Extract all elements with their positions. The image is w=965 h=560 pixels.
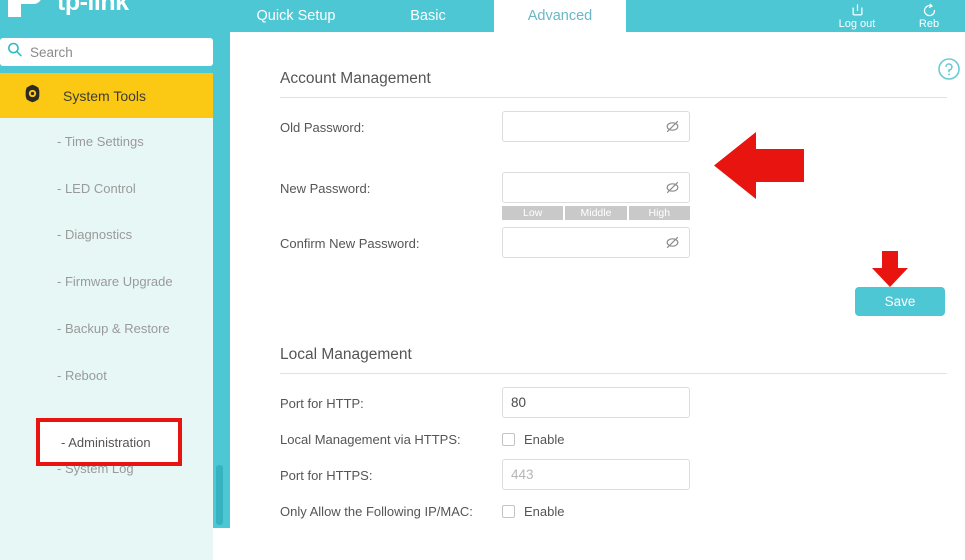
https-enable-label: Enable [524,432,565,447]
port-http-input[interactable]: 80 [502,387,690,418]
ip-mac-enable-checkbox-row[interactable]: Enable [502,504,564,519]
ip-mac-enable-checkbox[interactable] [502,505,515,518]
port-http-label: Port for HTTP: [280,396,364,411]
logout-icon [850,3,865,18]
strength-segment-high: High [628,206,690,220]
search-placeholder: Search [30,44,73,60]
content-area: Account Management Old Password: New Pas… [230,32,965,528]
sidebar-category-label: System Tools [63,87,146,104]
arrow-down-annotation-icon [872,251,908,292]
sidebar-item-backup-restore[interactable]: - Backup & Restore [0,305,213,352]
https-management-label: Local Management via HTTPS: [280,432,461,447]
help-circle-icon[interactable] [937,57,961,86]
new-password-label: New Password: [280,181,371,196]
old-password-input[interactable] [502,111,690,142]
sidebar-item-administration-label: - Administration [61,434,151,450]
main-tabs: Quick Setup Basic Advanced [230,0,626,32]
strength-segment-middle: Middle [565,206,627,220]
old-password-label: Old Password: [280,120,365,135]
logout-label: Log out [838,18,876,30]
local-management-divider [280,373,947,374]
tab-advanced[interactable]: Advanced [494,0,626,32]
sidebar-scrollbar-track[interactable] [213,32,226,528]
sidebar-item-time-settings[interactable]: - Time Settings [0,118,213,165]
account-management-title: Account Management [280,70,431,87]
top-bar: tp-link Quick Setup Basic Advanced Log o… [0,0,965,32]
sidebar-category-system-tools[interactable]: System Tools [0,73,213,118]
sidebar-item-diagnostics[interactable]: - Diagnostics [0,212,213,259]
reboot-icon [922,3,937,18]
sidebar-item-firmware-upgrade[interactable]: - Firmware Upgrade [0,258,213,305]
sidebar-menu: - Time Settings - LED Control - Diagnost… [0,118,213,560]
port-http-value: 80 [511,395,527,410]
sidebar-scrollbar-thumb[interactable] [216,465,223,525]
https-enable-checkbox[interactable] [502,433,515,446]
new-password-input[interactable] [502,172,690,203]
arrow-left-annotation-icon [714,132,804,204]
strength-segment-low: Low [502,206,564,220]
account-management-divider [280,97,947,98]
tab-basic[interactable]: Basic [362,0,494,32]
https-enable-checkbox-row[interactable]: Enable [502,432,564,447]
sidebar-item-administration[interactable]: - Administration [36,418,182,466]
local-management-title: Local Management [280,346,412,363]
top-actions: Log out Reb [821,0,965,32]
confirm-new-password-input[interactable] [502,227,690,258]
brand-name: tp-link [57,0,129,16]
port-https-input[interactable]: 443 [502,459,690,490]
reboot-label: Reb [918,18,940,30]
ip-mac-filter-label: Only Allow the Following IP/MAC: [280,504,473,519]
confirm-new-password-label: Confirm New Password: [280,236,420,251]
brand-logo: tp-link [8,0,129,20]
tab-quick-setup[interactable]: Quick Setup [230,0,362,32]
eye-off-icon[interactable] [663,118,681,136]
search-input[interactable]: Search [0,38,213,66]
logout-button[interactable]: Log out [821,0,893,32]
eye-off-icon[interactable] [663,179,681,197]
sidebar-item-led-control[interactable]: - LED Control [0,165,213,212]
gear-icon [22,83,43,109]
sidebar-item-reboot[interactable]: - Reboot [0,352,213,399]
password-strength-meter: Low Middle High [502,206,690,220]
port-https-value: 443 [511,467,534,482]
port-https-label: Port for HTTPS: [280,468,373,483]
tp-link-logo-icon [8,0,52,17]
ip-mac-enable-label: Enable [524,504,565,519]
eye-off-icon[interactable] [663,234,681,252]
search-icon [6,41,23,63]
reboot-button[interactable]: Reb [893,0,965,32]
